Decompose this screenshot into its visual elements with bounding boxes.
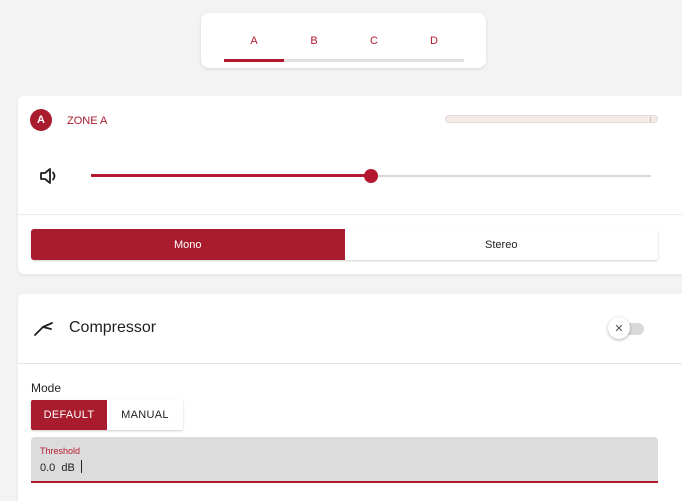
- threshold-label: Threshold: [40, 446, 81, 456]
- divider: [18, 363, 682, 364]
- mode-button-group: DEFAULT MANUAL: [31, 400, 183, 430]
- zone-title: ZONE A: [67, 115, 108, 127]
- speaker-icon[interactable]: [38, 166, 60, 186]
- active-tab-indicator: [224, 59, 284, 62]
- level-meter: [445, 115, 658, 123]
- output-mode-toggle: Mono Stereo: [31, 229, 658, 260]
- text-caret: [81, 460, 82, 473]
- volume-slider-thumb[interactable]: [364, 169, 378, 183]
- zone-card: A ZONE A Mono Stereo: [18, 96, 682, 274]
- tab-c[interactable]: C: [344, 35, 404, 47]
- volume-slider-fill: [91, 174, 371, 177]
- tab-b[interactable]: B: [284, 35, 344, 47]
- default-mode-button[interactable]: DEFAULT: [31, 400, 107, 430]
- close-icon: ✕: [614, 322, 624, 335]
- mode-label: Mode: [31, 381, 62, 395]
- divider: [18, 214, 682, 215]
- manual-mode-button[interactable]: MANUAL: [107, 400, 183, 430]
- tab-a[interactable]: A: [224, 35, 284, 47]
- zone-tabs: A B C D: [201, 13, 486, 68]
- level-meter-marker: [650, 117, 651, 122]
- mono-button[interactable]: Mono: [31, 229, 345, 260]
- compressor-card: Compressor ✕ Mode DEFAULT MANUAL Thresho…: [18, 294, 682, 501]
- toggle-knob[interactable]: ✕: [608, 317, 630, 339]
- compressor-title: Compressor: [69, 319, 157, 336]
- threshold-input[interactable]: [40, 460, 340, 476]
- threshold-field[interactable]: Threshold: [31, 437, 658, 483]
- tab-d[interactable]: D: [404, 35, 464, 47]
- zone-badge: A: [30, 109, 52, 131]
- stereo-button[interactable]: Stereo: [344, 229, 658, 260]
- compressor-icon: [34, 322, 53, 336]
